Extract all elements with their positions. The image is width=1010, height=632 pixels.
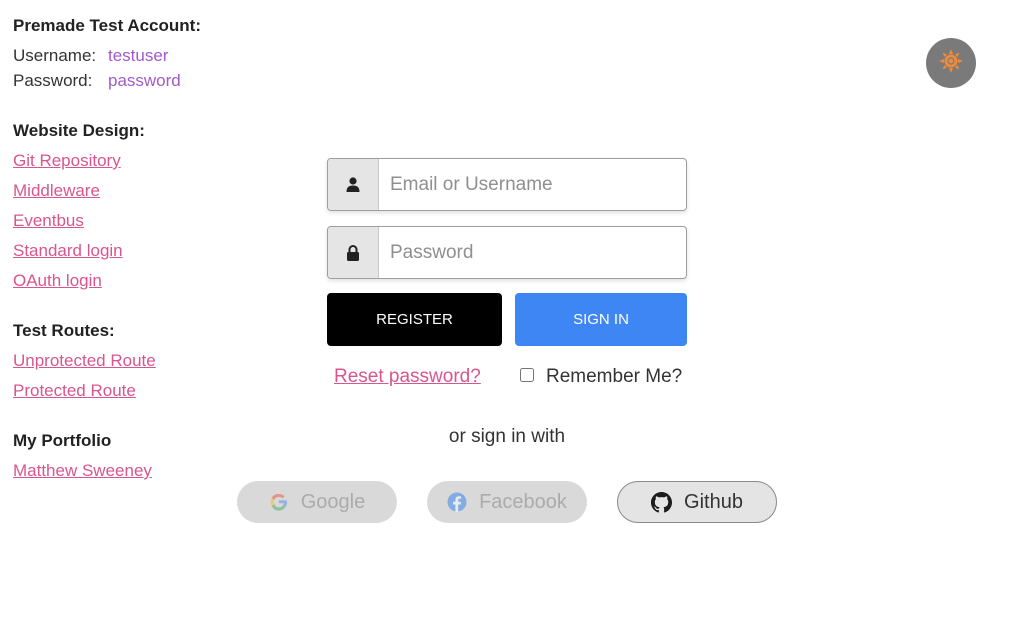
link-protected-route[interactable]: Protected Route xyxy=(13,381,136,401)
password-input-group xyxy=(327,226,687,279)
google-icon xyxy=(269,492,289,512)
test-account-title: Premade Test Account: xyxy=(13,16,201,35)
theme-toggle-button[interactable] xyxy=(926,38,976,88)
remember-me: Remember Me? xyxy=(520,366,682,388)
website-design-title: Website Design: xyxy=(13,121,145,140)
password-row: Password: password xyxy=(13,71,181,91)
github-icon xyxy=(651,491,673,513)
link-oauth-login[interactable]: OAuth login xyxy=(13,271,102,291)
github-sign-in-button[interactable]: Github xyxy=(617,481,777,523)
sun-icon xyxy=(938,48,964,79)
google-label: Google xyxy=(300,490,366,513)
facebook-icon xyxy=(447,492,467,512)
remember-me-checkbox[interactable] xyxy=(520,368,534,382)
test-routes-title: Test Routes: xyxy=(13,321,115,340)
username-label: Username: xyxy=(13,46,97,65)
link-eventbus[interactable]: Eventbus xyxy=(13,211,84,231)
or-sign-in-with-text: or sign in with xyxy=(448,426,566,447)
user-icon xyxy=(328,159,379,210)
reset-password-link[interactable]: Reset password? xyxy=(334,366,481,388)
remember-me-label: Remember Me? xyxy=(546,366,683,387)
username-value: testuser xyxy=(108,46,169,65)
username-row: Username: testuser xyxy=(13,46,168,66)
google-sign-in-button[interactable]: Google xyxy=(237,481,397,523)
password-value: password xyxy=(108,71,181,90)
sign-in-button[interactable]: SIGN IN xyxy=(515,293,687,346)
register-button[interactable]: REGISTER xyxy=(327,293,502,346)
link-unprotected-route[interactable]: Unprotected Route xyxy=(13,351,156,371)
password-label: Password: xyxy=(13,71,93,90)
link-standard-login[interactable]: Standard login xyxy=(13,241,123,261)
github-label: Github xyxy=(684,490,743,513)
password-input[interactable] xyxy=(379,227,686,278)
email-input-group xyxy=(327,158,687,211)
lock-icon xyxy=(328,227,379,278)
facebook-label: Facebook xyxy=(479,490,567,513)
link-portfolio[interactable]: Matthew Sweeney xyxy=(13,461,152,481)
facebook-sign-in-button[interactable]: Facebook xyxy=(427,481,587,523)
email-input[interactable] xyxy=(379,159,686,210)
link-git-repository[interactable]: Git Repository xyxy=(13,151,121,171)
link-middleware[interactable]: Middleware xyxy=(13,181,100,201)
